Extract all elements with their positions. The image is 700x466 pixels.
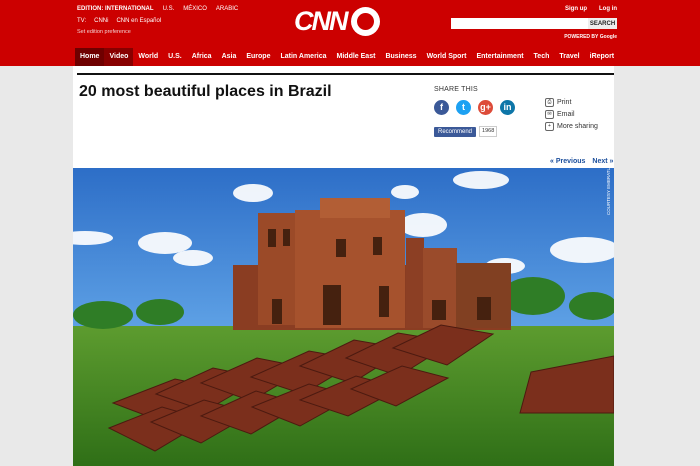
- nav-europe[interactable]: Europe: [241, 48, 275, 66]
- more-sharing-label: More sharing: [557, 123, 598, 130]
- cnn-header: EDITION: INTERNATIONAL U.S. MÉXICO ARABI…: [0, 0, 700, 66]
- nav-us[interactable]: U.S.: [163, 48, 187, 66]
- social-buttons: f t g+ in: [434, 100, 515, 115]
- brazil-ruins-photo-illustration: [73, 168, 614, 466]
- logo-wordmark: CNN: [294, 6, 348, 36]
- facebook-recommend: Recommend 1968: [434, 126, 498, 137]
- nav-middle-east[interactable]: Middle East: [332, 48, 381, 66]
- edition-mexico-link[interactable]: MÉXICO: [183, 6, 207, 12]
- print-icon: ⎙: [545, 98, 554, 107]
- tv-cnni-link[interactable]: CNNi: [94, 18, 108, 24]
- top-rule: [77, 73, 614, 75]
- previous-link[interactable]: « Previous: [550, 158, 585, 165]
- nav-world[interactable]: World: [133, 48, 163, 66]
- nav-travel[interactable]: Travel: [554, 48, 584, 66]
- linkedin-icon[interactable]: in: [500, 100, 515, 115]
- facebook-icon[interactable]: f: [434, 100, 449, 115]
- more-sharing-tool[interactable]: + More sharing: [545, 122, 598, 131]
- search-button[interactable]: SEARCH: [588, 18, 617, 29]
- nav-latin-america[interactable]: Latin America: [275, 48, 331, 66]
- email-tool[interactable]: ✉ Email: [545, 110, 598, 119]
- hero-photo: [73, 168, 614, 466]
- auth-links: Sign up Log in: [565, 6, 617, 12]
- edition-arabic-link[interactable]: ARABIC: [216, 6, 238, 12]
- search-input[interactable]: [451, 18, 588, 29]
- photo-credit: COURTESY EMBRATUR: [606, 163, 611, 215]
- tv-label: TV:: [77, 18, 87, 24]
- globe-icon: [350, 7, 380, 36]
- nav-ireport[interactable]: iReport: [585, 48, 620, 66]
- powered-by-label: POWERED BY: [564, 34, 599, 40]
- email-label: Email: [557, 111, 575, 118]
- nav-tech[interactable]: Tech: [529, 48, 555, 66]
- signup-link[interactable]: Sign up: [565, 6, 587, 12]
- page-title: 20 most beautiful places in Brazil: [79, 83, 332, 100]
- print-tool[interactable]: ⎙ Print: [545, 98, 598, 107]
- nav-world-sport[interactable]: World Sport: [422, 48, 472, 66]
- edition-label: EDITION: INTERNATIONAL: [77, 6, 154, 12]
- edition-us-link[interactable]: U.S.: [163, 6, 175, 12]
- google-plus-icon[interactable]: g+: [478, 100, 493, 115]
- share-title: SHARE THIS: [434, 86, 478, 93]
- recommend-count: 1968: [479, 126, 498, 137]
- powered-by-google: POWERED BY Google: [564, 34, 617, 40]
- cnn-logo[interactable]: CNN: [294, 6, 380, 37]
- nav-video[interactable]: Video: [104, 48, 134, 66]
- edition-row: EDITION: INTERNATIONAL U.S. MÉXICO ARABI…: [77, 6, 238, 12]
- google-label: Google: [599, 34, 617, 40]
- nav-business[interactable]: Business: [380, 48, 421, 66]
- nav-africa[interactable]: Africa: [187, 48, 217, 66]
- nav-asia[interactable]: Asia: [217, 48, 242, 66]
- tv-cnn-espanol-link[interactable]: CNN en Español: [116, 18, 161, 24]
- nav-entertainment[interactable]: Entertainment: [471, 48, 528, 66]
- mail-icon: ✉: [545, 110, 554, 119]
- search-box: SEARCH: [451, 18, 617, 29]
- print-label: Print: [557, 99, 572, 106]
- plus-icon: +: [545, 122, 554, 131]
- gallery-pager: « Previous Next »: [550, 158, 613, 165]
- edition-preference-link[interactable]: Set edition preference: [77, 29, 131, 35]
- nav-home[interactable]: Home: [75, 48, 105, 66]
- tv-row: TV: CNNi CNN en Español: [77, 18, 161, 24]
- recommend-button[interactable]: Recommend: [434, 126, 477, 137]
- twitter-icon[interactable]: t: [456, 100, 471, 115]
- main-nav: Home Video World U.S. Africa Asia Europe…: [75, 48, 619, 66]
- share-tools: ⎙ Print ✉ Email + More sharing: [545, 98, 598, 134]
- login-link[interactable]: Log in: [599, 6, 617, 12]
